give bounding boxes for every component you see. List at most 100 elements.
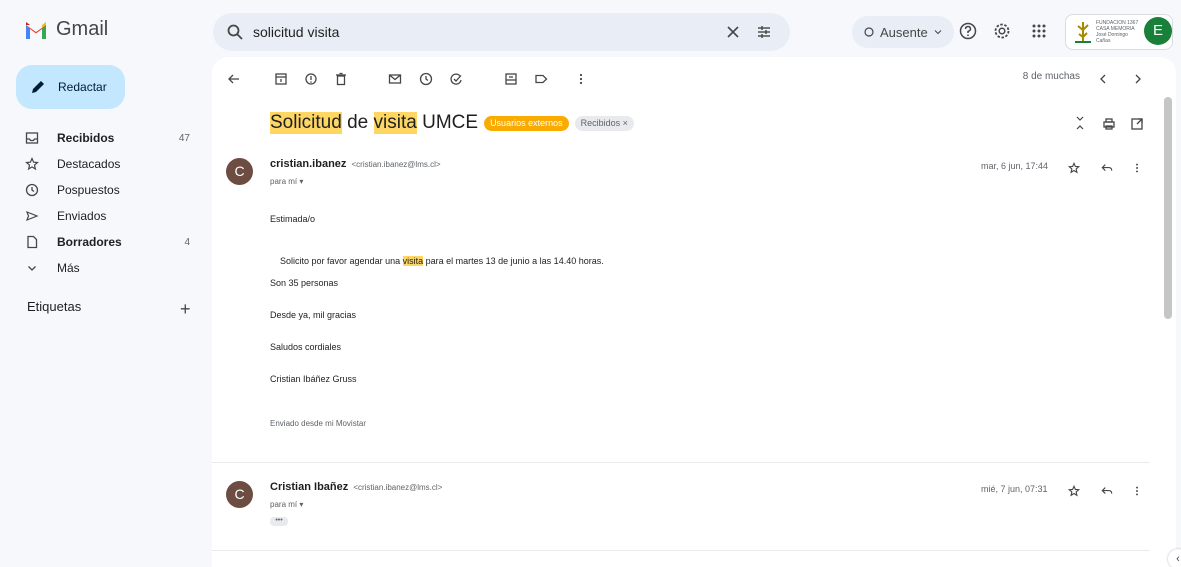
- recipient-toggle[interactable]: para mí ▾: [270, 500, 303, 509]
- subject-highlight: Solicitud: [270, 112, 342, 134]
- more-icon[interactable]: [578, 72, 584, 86]
- recipient-label: para mí: [270, 500, 298, 509]
- sidebar-item-label: Borradores: [57, 235, 122, 249]
- message-body-line: Estimada/o: [270, 214, 316, 224]
- sidebar-item-snoozed[interactable]: Pospuestos: [0, 177, 200, 203]
- body-text: para el martes 13 de junio a las 14.40 h…: [423, 256, 604, 266]
- organization-name: FUNDACION 1367 CASA MEMORIA José Domingo…: [1096, 20, 1139, 44]
- reply-icon[interactable]: [1101, 162, 1113, 174]
- message-date: mié, 7 jun, 07:31: [981, 484, 1048, 494]
- back-icon[interactable]: [227, 72, 241, 86]
- sidebar-item-label: Más: [57, 261, 80, 275]
- top-bar: Gmail Ausente: [0, 0, 1181, 64]
- star-icon[interactable]: [1068, 485, 1080, 497]
- apps-icon[interactable]: [1031, 23, 1047, 39]
- gmail-m-icon: [26, 21, 46, 39]
- settings-icon[interactable]: [993, 22, 1011, 40]
- account-avatar[interactable]: E: [1144, 17, 1172, 45]
- app-name: Gmail: [56, 18, 109, 40]
- older-icon[interactable]: [1133, 72, 1143, 86]
- sender-name: cristian.ibanez: [270, 158, 347, 170]
- newer-icon[interactable]: [1098, 72, 1108, 86]
- sender-email: <cristian.ibanez@lms.cl>: [353, 483, 443, 492]
- recipient-label: para mí: [270, 177, 298, 186]
- scrollbar-thumb[interactable]: [1164, 97, 1172, 319]
- star-icon: [25, 157, 39, 171]
- draft-icon: [27, 235, 38, 249]
- unread-count: 47: [178, 132, 190, 144]
- star-icon[interactable]: [1068, 162, 1080, 174]
- add-label-icon[interactable]: +: [180, 299, 191, 320]
- clock-icon: [25, 183, 39, 197]
- report-spam-icon[interactable]: [304, 72, 318, 86]
- status-dropdown[interactable]: Ausente: [852, 16, 954, 48]
- search-bar[interactable]: [213, 13, 790, 51]
- thread-subject: Solicitud de visita UMCE Usuarios extern…: [270, 112, 634, 134]
- sidebar-item-more[interactable]: Más: [0, 255, 200, 281]
- recipient-toggle[interactable]: para mí ▾: [270, 177, 303, 186]
- search-icon[interactable]: [226, 23, 244, 41]
- subject-highlight: visita: [373, 112, 417, 134]
- email-view: 8 de muchas Solicitud de visita UMCE Usu…: [212, 57, 1176, 567]
- search-options-icon[interactable]: [756, 24, 772, 40]
- clear-search-icon[interactable]: [725, 24, 741, 40]
- reply-icon[interactable]: [1101, 485, 1113, 497]
- help-icon[interactable]: [959, 22, 977, 40]
- sender-name-row[interactable]: Cristian Ibañez <cristian.ibanez@lms.cl>: [270, 481, 442, 493]
- message-body-line: Saludos cordiales: [270, 342, 342, 352]
- sidebar-item-label: Pospuestos: [57, 183, 120, 197]
- compose-button[interactable]: Redactar: [16, 65, 125, 109]
- inbox-icon: [25, 132, 39, 144]
- sidebar-item-drafts[interactable]: Borradores 4: [0, 229, 200, 255]
- expand-all-icon[interactable]: [1074, 115, 1086, 131]
- message-date: mar, 6 jun, 17:44: [981, 161, 1049, 171]
- organization-logo-icon: [1075, 22, 1091, 43]
- status-label: Ausente: [880, 24, 928, 40]
- message-body-line: Son 35 personas: [270, 278, 339, 288]
- archive-icon[interactable]: [274, 72, 288, 86]
- more-icon[interactable]: [1134, 162, 1140, 174]
- status-circle-icon: [864, 27, 874, 37]
- sender-name: Cristian Ibañez: [270, 481, 349, 493]
- sidebar-item-inbox[interactable]: Recibidos 47: [0, 125, 200, 151]
- subject-text: de: [341, 112, 374, 133]
- sidebar-item-label: Destacados: [57, 157, 121, 171]
- send-icon: [25, 210, 39, 222]
- label-icon[interactable]: [534, 72, 548, 86]
- open-new-window-icon[interactable]: [1130, 117, 1144, 131]
- delete-icon[interactable]: [334, 72, 348, 86]
- move-to-icon[interactable]: [504, 72, 518, 86]
- body-highlight: visita: [402, 256, 424, 266]
- print-icon[interactable]: [1102, 117, 1116, 131]
- message-counter: 8 de muchas: [1022, 71, 1080, 82]
- show-trimmed-content[interactable]: •••: [270, 517, 288, 526]
- sender-name-row[interactable]: cristian.ibanez <cristian.ibanez@lms.cl>: [270, 158, 441, 170]
- sender-avatar[interactable]: C: [226, 158, 253, 185]
- subject-text: UMCE: [416, 112, 479, 133]
- labels-heading: Etiquetas: [27, 299, 82, 314]
- mark-unread-icon[interactable]: [388, 72, 402, 86]
- sender-avatar[interactable]: C: [226, 481, 253, 508]
- pencil-icon: [32, 81, 44, 93]
- add-task-icon[interactable]: [449, 72, 463, 86]
- sidebar-item-label: Recibidos: [57, 131, 115, 145]
- sidebar-item-sent[interactable]: Enviados: [0, 203, 200, 229]
- label-chip[interactable]: Recibidos ×: [574, 115, 634, 131]
- search-input[interactable]: [253, 13, 723, 51]
- draft-count: 4: [184, 236, 190, 248]
- message-body-line: Cristian Ibáñez Gruss: [270, 374, 357, 384]
- sidebar-item-starred[interactable]: Destacados: [0, 151, 200, 177]
- sidebar-item-label: Enviados: [57, 209, 107, 223]
- message-body-line: Solicito por favor agendar una visita pa…: [270, 246, 604, 276]
- more-icon[interactable]: [1134, 485, 1140, 497]
- sender-email: <cristian.ibanez@lms.cl>: [351, 160, 441, 169]
- message-divider: [212, 462, 1150, 463]
- chevron-down-icon: [28, 266, 36, 271]
- side-panel-toggle[interactable]: ‹: [1168, 549, 1181, 567]
- message-signature: Enviado desde mi Movistar: [270, 419, 367, 428]
- snooze-icon[interactable]: [419, 72, 433, 86]
- label-chip[interactable]: Usuarios externos: [484, 115, 569, 131]
- message-divider: [212, 550, 1150, 551]
- gmail-logo[interactable]: Gmail: [24, 18, 108, 41]
- chevron-down-icon: [934, 30, 942, 35]
